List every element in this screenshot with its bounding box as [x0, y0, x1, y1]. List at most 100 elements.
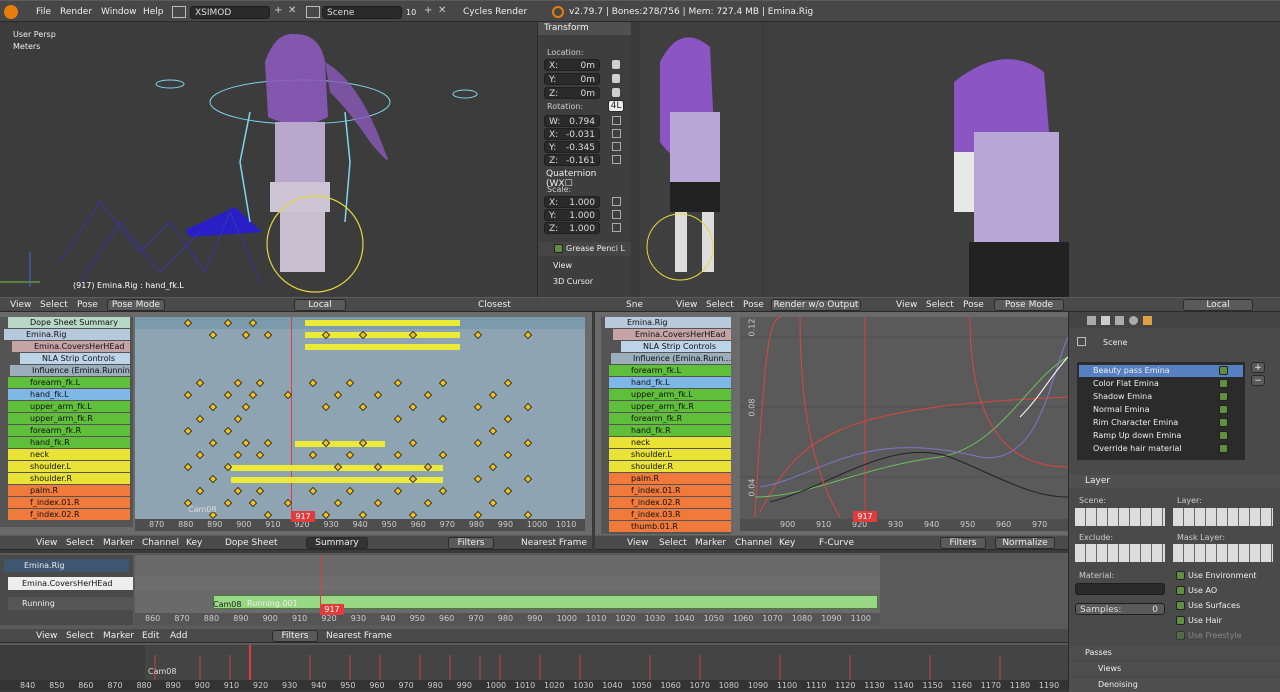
vp1-menu-pose[interactable]: Pose [77, 300, 98, 310]
layout-field[interactable]: XSIMOD [190, 6, 270, 19]
menu-window[interactable]: Window [101, 7, 137, 17]
keyframe[interactable] [423, 390, 433, 400]
lock-rot-y-icon[interactable] [612, 142, 621, 151]
ge-channel[interactable]: shoulder.R [609, 461, 731, 472]
vp1-menu-select[interactable]: Select [40, 300, 68, 310]
vp3-menu-pose[interactable]: Pose [963, 300, 984, 310]
keyframe[interactable] [255, 378, 265, 388]
close-scene-icon[interactable]: ✕ [438, 5, 446, 16]
layer-layers-grid[interactable] [1173, 508, 1273, 526]
ds-summary-toggle[interactable]: Summary [306, 537, 368, 549]
scale-y-field[interactable]: Y: 1.000 [544, 209, 600, 221]
ge-channel[interactable]: Emina.CoversHerHEad [613, 329, 731, 340]
timeline-editor[interactable]: Cam08 840 850 860 870 880 890 900 910 920 930 940 9… [0, 645, 1068, 690]
render-layer-checkbox[interactable] [1219, 431, 1228, 440]
keyframe[interactable] [345, 378, 355, 388]
keyframe[interactable] [195, 486, 205, 496]
keyframe[interactable] [523, 474, 533, 484]
ds-channel[interactable]: hand_fk.L [8, 389, 130, 400]
render-layer-checkbox[interactable] [1219, 392, 1228, 401]
keyframe[interactable] [183, 390, 193, 400]
keyframe[interactable] [241, 402, 251, 412]
ds-menu-select[interactable]: Select [66, 538, 94, 548]
add-layer-button[interactable]: + [1251, 362, 1265, 373]
keyframe[interactable] [263, 330, 273, 340]
keyframe[interactable] [408, 510, 418, 520]
keyframe[interactable] [488, 390, 498, 400]
vp3-menu-view[interactable]: View [896, 300, 917, 310]
ge-mode-select[interactable]: F-Curve [819, 538, 854, 548]
nla-menu-marker[interactable]: Marker [103, 631, 134, 641]
keyframe[interactable] [233, 486, 243, 496]
ge-menu-channel[interactable]: Channel [735, 538, 772, 548]
render-layer-item[interactable]: Color Flat Emina [1079, 378, 1243, 390]
ge-channel[interactable]: forearm_fk.L [609, 365, 731, 376]
keyframe[interactable] [438, 486, 448, 496]
keyframe[interactable] [333, 498, 343, 508]
keyframe[interactable] [393, 414, 403, 424]
ge-channel[interactable]: Emina.Rig [605, 317, 731, 328]
keyframe[interactable] [233, 378, 243, 388]
keyframe[interactable] [473, 402, 483, 412]
render-layer-checkbox[interactable] [1219, 366, 1228, 375]
rotation-x-field[interactable]: X: -0.031 [544, 128, 600, 140]
world-tab-icon[interactable] [1129, 316, 1138, 325]
cursor-panel-header[interactable]: 3D Cursor [553, 277, 593, 286]
graph-current-frame-box[interactable]: 917 [853, 511, 877, 522]
nla-menu-view[interactable]: View [36, 631, 57, 641]
lock-rot-z-icon[interactable] [612, 155, 621, 164]
keyframe[interactable] [195, 378, 205, 388]
ge-channel[interactable]: f_index.01.R [609, 485, 731, 496]
ge-channel[interactable]: f_index.02.R [609, 497, 731, 508]
keyframe[interactable] [473, 438, 483, 448]
ds-channel[interactable]: forearm_fk.L [8, 377, 130, 388]
ge-menu-marker[interactable]: Marker [695, 538, 726, 548]
ds-snap-select[interactable]: Nearest Frame [521, 538, 587, 548]
keyframe[interactable] [308, 486, 318, 496]
keyframe[interactable] [321, 510, 331, 520]
ds-channel[interactable]: NLA Strip Controls [20, 353, 130, 364]
keyframe[interactable] [255, 486, 265, 496]
ds-channel[interactable]: f_index.02.R [8, 509, 130, 520]
render-layer-item[interactable]: Normal Emina [1079, 404, 1243, 416]
keyframe[interactable] [358, 510, 368, 520]
vp2-menu-select[interactable]: Select [706, 300, 734, 310]
grease-pencil-checkbox[interactable] [554, 244, 563, 253]
grease-pencil-panel[interactable]: Grease Penci L [538, 242, 631, 256]
keyframe[interactable] [208, 330, 218, 340]
keyframe[interactable] [438, 378, 448, 388]
rotation-y-field[interactable]: Y: -0.345 [544, 141, 600, 153]
nla-menu-select[interactable]: Select [66, 631, 94, 641]
scene-tab-icon[interactable] [1115, 316, 1124, 325]
keyframe[interactable] [473, 330, 483, 340]
ge-menu-view[interactable]: View [627, 538, 648, 548]
nla-snap-select[interactable]: Nearest Frame [326, 631, 392, 641]
keyframe[interactable] [393, 450, 403, 460]
ds-channel[interactable]: neck [8, 449, 130, 460]
ge-channel[interactable]: NLA Strip Controls [621, 341, 731, 352]
ge-channel[interactable]: upper_arm_fk.R [609, 401, 731, 412]
render-tab-icon[interactable] [1087, 316, 1096, 325]
keyframe[interactable] [438, 414, 448, 424]
keyframe[interactable] [223, 426, 233, 436]
menu-help[interactable]: Help [143, 7, 164, 17]
keyframe[interactable] [438, 450, 448, 460]
object-tab-icon[interactable] [1143, 316, 1152, 325]
rotation-4l-button[interactable]: 4L [608, 100, 624, 112]
render-layer-item[interactable]: Ramp Up down Emina [1079, 430, 1243, 442]
menu-render[interactable]: Render [60, 7, 92, 17]
lock-scl-y-icon[interactable] [612, 210, 621, 219]
samples-field[interactable]: Samples: 0 [1075, 603, 1165, 615]
ds-channel[interactable]: forearm_fk.R [8, 425, 130, 436]
lock-scl-x-icon[interactable] [612, 197, 621, 206]
ds-channel[interactable]: upper_arm_fk.L [8, 401, 130, 412]
nla-track-running[interactable]: Running [8, 597, 133, 610]
location-y-field[interactable]: Y: 0m [544, 73, 600, 85]
keyframe[interactable] [503, 486, 513, 496]
ds-filters-button[interactable]: Filters [448, 537, 494, 549]
keyframe[interactable] [308, 378, 318, 388]
keyframe[interactable] [408, 438, 418, 448]
keyframe[interactable] [393, 378, 403, 388]
location-z-field[interactable]: Z: 0m [544, 87, 600, 99]
dopesheet-keyframe-area[interactable] [135, 317, 585, 527]
